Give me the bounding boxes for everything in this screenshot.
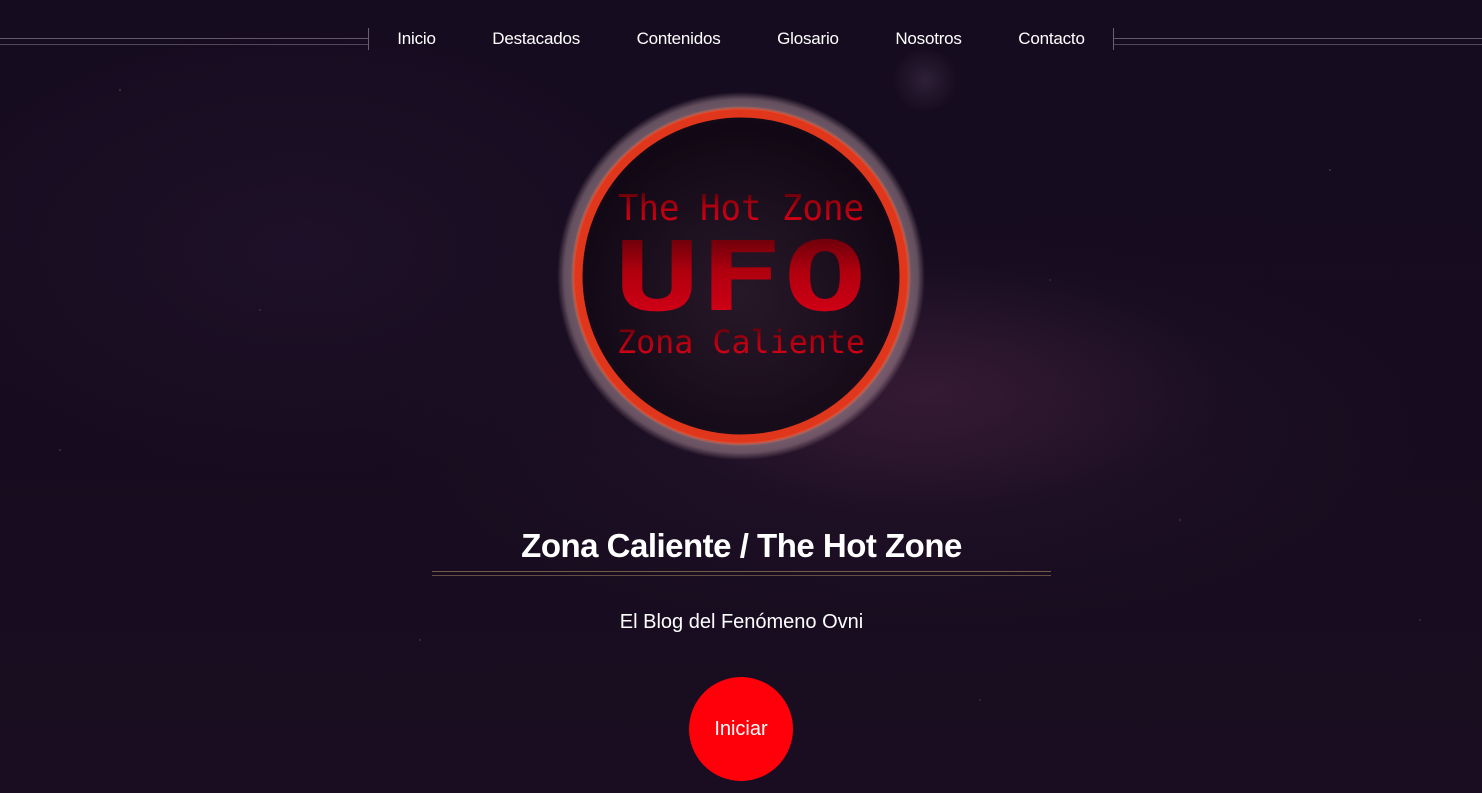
ufo-hot-zone-logo: The Hot Zone UFO Zona Caliente <box>557 92 925 460</box>
main-nav: Inicio Destacados Contenidos Glosario No… <box>369 24 1113 54</box>
nav-item-glosario[interactable]: Glosario <box>777 29 839 49</box>
nav-item-contenidos[interactable]: Contenidos <box>637 29 721 49</box>
title-divider <box>432 571 1051 576</box>
nav-divider-right <box>1114 38 1482 45</box>
logo-text-ufo: UFO <box>615 221 867 333</box>
page-subtitle: El Blog del Fenómeno Ovni <box>619 611 864 633</box>
nav-item-nosotros[interactable]: Nosotros <box>895 29 962 49</box>
nav-item-inicio[interactable]: Inicio <box>397 29 436 49</box>
logo-text-zona-caliente: Zona Caliente <box>617 323 865 361</box>
page-title: Zona Caliente / The Hot Zone <box>521 527 962 564</box>
iniciar-button[interactable]: Iniciar <box>689 677 793 781</box>
nav-item-destacados[interactable]: Destacados <box>492 29 580 49</box>
nav-divider-left <box>0 38 368 45</box>
page: Inicio Destacados Contenidos Glosario No… <box>0 0 1482 793</box>
nav-item-contacto[interactable]: Contacto <box>1018 29 1085 49</box>
